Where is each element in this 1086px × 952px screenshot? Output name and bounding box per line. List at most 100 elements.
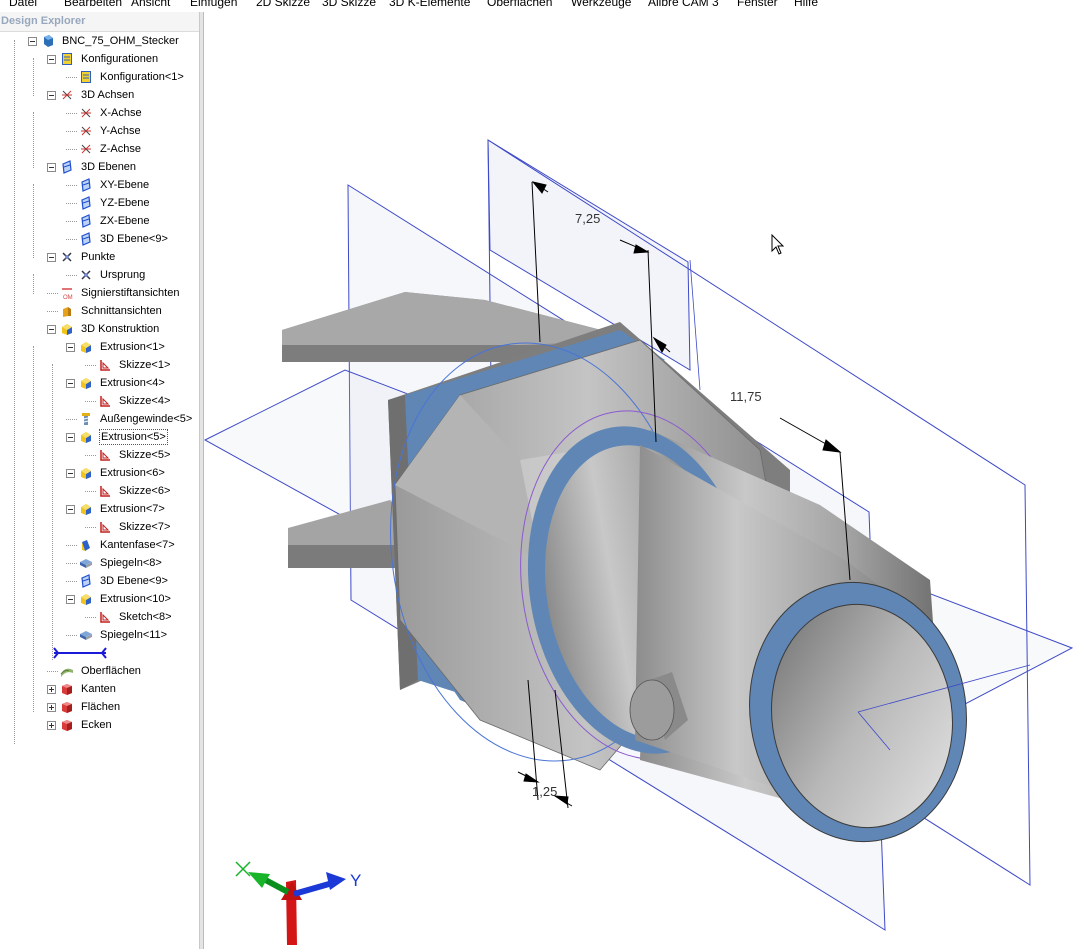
tree-node[interactable]: Außengewinde<5> xyxy=(0,410,198,428)
tree-node[interactable]: Punkte xyxy=(0,248,198,266)
tree-node[interactable]: Extrusion<5> xyxy=(0,428,198,446)
expand-toggle[interactable] xyxy=(66,343,75,352)
tree-node[interactable]: Skizze<4> xyxy=(0,392,198,410)
tree-node[interactable]: BNC_75_OHM_Stecker xyxy=(0,32,198,50)
tree-connector xyxy=(66,581,77,582)
tree-connector xyxy=(66,275,77,276)
tree-node[interactable]: X-Achse xyxy=(0,104,198,122)
expand-toggle[interactable] xyxy=(47,685,56,694)
tree-node[interactable]: 3D Ebene<9> xyxy=(0,572,198,590)
tree-node[interactable]: Spiegeln<11> xyxy=(0,626,198,644)
tree-node[interactable]: Sketch<8> xyxy=(0,608,198,626)
tree-node[interactable]: Skizze<6> xyxy=(0,482,198,500)
tree-node[interactable]: Ursprung xyxy=(0,266,198,284)
menu-item[interactable]: Hilfe xyxy=(794,0,818,9)
expand-toggle[interactable] xyxy=(66,595,75,604)
expand-toggle[interactable] xyxy=(66,469,75,478)
menu-item[interactable]: 2D Skizze xyxy=(256,0,310,9)
expand-toggle[interactable] xyxy=(28,37,37,46)
tree-node-label: 3D Achsen xyxy=(81,89,135,101)
tree-node[interactable]: Schnittansichten xyxy=(0,302,198,320)
tree-node[interactable]: Extrusion<10> xyxy=(0,590,198,608)
tree-node[interactable]: Konfiguration<1> xyxy=(0,68,198,86)
expand-toggle[interactable] xyxy=(47,55,56,64)
tree-node-label: YZ-Ebene xyxy=(100,197,150,209)
tree-node-label: Skizze<6> xyxy=(119,485,171,497)
tree-node-label: 3D Ebene<9> xyxy=(100,233,168,245)
tree-node[interactable]: Kanten xyxy=(0,680,198,698)
rollback-bar-icon[interactable] xyxy=(50,646,110,660)
expand-toggle[interactable] xyxy=(66,433,75,442)
menu-item[interactable]: 3D Skizze xyxy=(322,0,376,9)
menu-item[interactable]: Fenster xyxy=(737,0,778,9)
tree-connector xyxy=(66,545,77,546)
tree-guide-line xyxy=(33,58,34,96)
tree-node[interactable]: Z-Achse xyxy=(0,140,198,158)
tree-node[interactable]: Extrusion<1> xyxy=(0,338,198,356)
triad-x-label: X xyxy=(236,865,247,882)
tree-node[interactable]: Konfigurationen xyxy=(0,50,198,68)
tree-connector xyxy=(66,113,77,114)
plane-icon xyxy=(79,196,93,210)
tree-node-label: BNC_75_OHM_Stecker xyxy=(62,35,179,47)
model-canvas[interactable]: 7,25 11,75 1,25 X Y xyxy=(203,12,1086,949)
tree-node[interactable]: Kantenfase<7> xyxy=(0,536,198,554)
menu-item[interactable]: Datei xyxy=(9,0,37,9)
pen-views-icon: OM xyxy=(60,286,74,301)
expand-toggle[interactable] xyxy=(47,163,56,172)
tree-node[interactable]: XY-Ebene xyxy=(0,176,198,194)
plane-icon xyxy=(79,574,93,588)
faces-icon xyxy=(60,700,74,714)
expand-toggle[interactable] xyxy=(47,721,56,730)
menu-item[interactable]: Einfügen xyxy=(190,0,237,9)
tree-node[interactable]: Spiegeln<8> xyxy=(0,554,198,572)
tree-node[interactable]: Skizze<1> xyxy=(0,356,198,374)
tree-node-label: Konfiguration<1> xyxy=(100,71,184,83)
tree-node[interactable]: Flächen xyxy=(0,698,198,716)
tree-node[interactable]: Extrusion<6> xyxy=(0,464,198,482)
tree-node[interactable]: Extrusion<7> xyxy=(0,500,198,518)
section-views-icon xyxy=(60,304,74,318)
tree-node[interactable]: 3D Achsen xyxy=(0,86,198,104)
tree-node-label: XY-Ebene xyxy=(100,179,150,191)
menu-item[interactable]: Oberflächen xyxy=(487,0,552,9)
menu-item[interactable]: 3D K-Elemente xyxy=(389,0,470,9)
tree-node-label: Extrusion<7> xyxy=(100,503,165,515)
feature-tree[interactable]: BNC_75_OHM_Stecker Konfigurationen Konfigu… xyxy=(0,32,198,949)
tree-node[interactable]: YZ-Ebene xyxy=(0,194,198,212)
expand-toggle[interactable] xyxy=(66,505,75,514)
menu-item[interactable]: Alibre CAM 3 xyxy=(648,0,719,9)
menu-item[interactable]: Bearbeiten xyxy=(64,0,122,9)
axes-icon xyxy=(60,88,74,102)
surfaces-icon xyxy=(60,664,74,678)
tree-node[interactable]: Skizze<7> xyxy=(0,518,198,536)
tree-node[interactable] xyxy=(0,644,198,662)
menu-item[interactable]: Ansicht xyxy=(131,0,170,9)
tree-node[interactable]: 3D Ebene<9> xyxy=(0,230,198,248)
tree-connector xyxy=(66,149,77,150)
expand-toggle[interactable] xyxy=(66,379,75,388)
expand-toggle[interactable] xyxy=(47,325,56,334)
dimension-length-2: 11,75 xyxy=(730,389,762,404)
tree-node-label: Extrusion<5> xyxy=(99,429,168,445)
tree-node[interactable]: Oberflächen xyxy=(0,662,198,680)
tree-node[interactable]: ZX-Ebene xyxy=(0,212,198,230)
thread-icon xyxy=(79,412,93,426)
tree-node[interactable]: Y-Achse xyxy=(0,122,198,140)
tree-node[interactable]: 3D Ebenen xyxy=(0,158,198,176)
menu-item[interactable]: Werkzeuge xyxy=(571,0,631,9)
tree-node[interactable]: Ecken xyxy=(0,716,198,734)
tree-node[interactable]: Skizze<5> xyxy=(0,446,198,464)
expand-toggle[interactable] xyxy=(47,703,56,712)
tree-node[interactable]: Extrusion<4> xyxy=(0,374,198,392)
axis-triad[interactable]: X Y xyxy=(235,861,361,945)
tree-node[interactable]: 3D Konstruktion xyxy=(0,320,198,338)
3d-viewport[interactable]: 7,25 11,75 1,25 X Y xyxy=(203,12,1086,949)
tree-node[interactable]: OM Signierstiftansichten xyxy=(0,284,198,302)
plane-icon xyxy=(79,178,93,192)
tree-node-label: Skizze<1> xyxy=(119,359,171,371)
tree-node-label: Flächen xyxy=(81,701,121,713)
expand-toggle[interactable] xyxy=(47,253,56,262)
expand-toggle[interactable] xyxy=(47,91,56,100)
axis-icon xyxy=(79,124,93,138)
